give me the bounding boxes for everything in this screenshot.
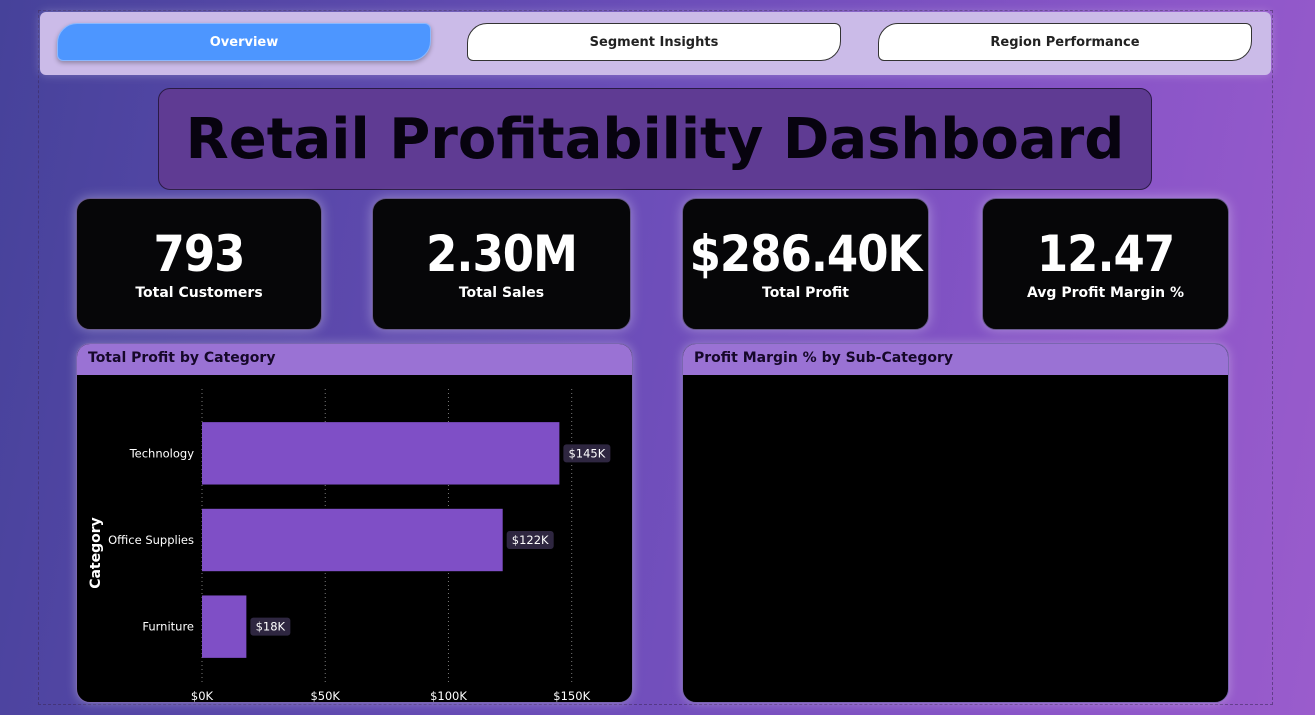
y-axis-title: Category [88,517,104,589]
kpi-card-profit: $286.40K Total Profit [682,198,929,330]
kpi-value: 12.47 [1036,225,1175,283]
category-label: Furniture [142,620,194,634]
x-tick-label: $50K [310,689,340,703]
category-label: Technology [129,446,195,460]
chart-card-margin-by-subcategory: Profit Margin % by Sub-Category [682,343,1229,703]
page-title: Retail Profitability Dashboard [185,106,1125,172]
kpi-value: 793 [153,225,246,283]
kpi-label: Total Profit [762,285,849,301]
x-tick-label: $0K [191,689,214,703]
chart-margin-by-subcategory [683,375,1229,703]
tab-segment-insights[interactable]: Segment Insights [467,23,841,61]
x-tick-label: $150K [553,689,590,703]
tab-overview[interactable]: Overview [57,23,431,61]
category-label: Office Supplies [108,533,194,547]
kpi-card-margin: 12.47 Avg Profit Margin % [982,198,1229,330]
chart-title: Profit Margin % by Sub-Category [683,344,1228,375]
kpi-card-sales: 2.30M Total Sales [372,198,631,330]
kpi-label: Avg Profit Margin % [1026,285,1185,301]
navigation-bar: Overview Segment Insights Region Perform… [40,12,1271,75]
data-label: $122K [512,533,549,547]
kpi-label: Total Customers [135,285,263,301]
data-label: $145K [568,446,605,460]
bar [202,508,503,572]
tab-region-performance[interactable]: Region Performance [878,23,1252,61]
chart-card-profit-by-category: Total Profit by Category $0K $50K $100K $15… [76,343,633,703]
kpi-card-customers: 793 Total Customers [76,198,322,330]
kpi-value: $286.40K [689,225,923,283]
chart-title: Total Profit by Category [77,344,632,375]
chart-profit-by-category: $0K $50K $100K $150K Technology $145K Office S… [88,389,611,703]
kpi-value: 2.30M [426,225,578,283]
bar [202,595,247,658]
title-banner: Retail Profitability Dashboard [158,88,1152,190]
kpi-label: Total Sales [458,285,545,301]
x-tick-label: $100K [430,689,467,703]
bar [202,422,560,485]
data-label: $18K [256,620,286,634]
